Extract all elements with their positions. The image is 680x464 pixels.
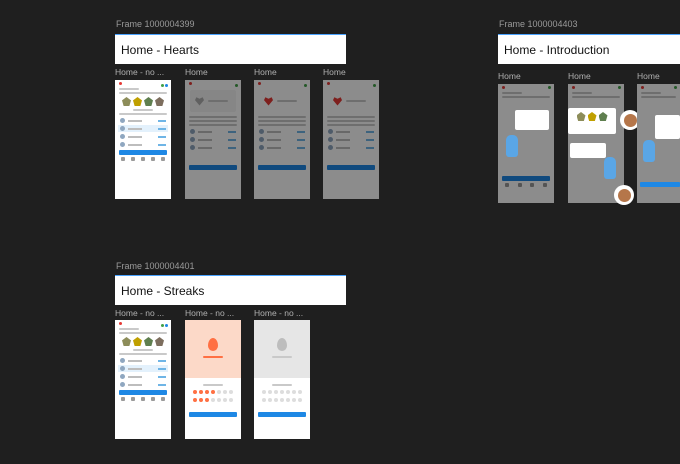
frame-label-hearts[interactable]: Frame 1000004399	[116, 19, 195, 29]
heart-icon	[195, 97, 204, 106]
frame-title-introduction[interactable]: Home - Introduction	[498, 34, 680, 64]
intro-tooltip	[515, 110, 549, 130]
screen-label[interactable]: Home - no ...	[185, 308, 234, 318]
screen-thumbnail-home-no-hearts[interactable]	[115, 80, 171, 199]
screen-label[interactable]: Home - no ...	[115, 67, 164, 77]
screen-label[interactable]: Home	[185, 67, 208, 77]
mascot-icon	[506, 135, 518, 157]
league-badges	[115, 97, 171, 106]
league-badges	[115, 337, 171, 346]
frame-label-introduction[interactable]: Frame 1000004403	[499, 19, 578, 29]
screen-thumbnail-streak-active[interactable]	[185, 320, 241, 439]
screen-label[interactable]: Home	[568, 71, 591, 81]
screen-thumbnail-hearts-empty[interactable]	[185, 80, 241, 199]
continue-button[interactable]	[640, 182, 680, 187]
avatar	[614, 185, 634, 205]
screen-label[interactable]: Home - no ...	[254, 308, 303, 318]
screen-thumbnail-hearts-red[interactable]	[254, 80, 310, 199]
frame-label-streaks[interactable]: Frame 1000004401	[116, 261, 195, 271]
screen-label[interactable]: Home - no ...	[115, 308, 164, 318]
screen-label[interactable]: Home	[323, 67, 346, 77]
screen-thumbnail-streaks-home[interactable]	[115, 320, 171, 439]
frame-title-streaks[interactable]: Home - Streaks	[115, 275, 346, 305]
mascot-icon	[604, 157, 616, 179]
flame-icon	[277, 338, 287, 351]
screen-label[interactable]: Home	[637, 71, 660, 81]
heart-icon	[264, 97, 273, 106]
frame-title-hearts[interactable]: Home - Hearts	[115, 34, 346, 64]
intro-tooltip	[655, 115, 680, 139]
intro-tooltip	[570, 143, 606, 158]
screen-thumbnail-hearts-full[interactable]	[323, 80, 379, 199]
intro-league-card	[568, 108, 616, 134]
heart-icon	[333, 97, 342, 106]
mascot-icon	[643, 140, 655, 162]
screen-label[interactable]: Home	[498, 71, 521, 81]
screen-label[interactable]: Home	[254, 67, 277, 77]
flame-icon	[208, 338, 218, 351]
screen-thumbnail-streak-inactive[interactable]	[254, 320, 310, 439]
